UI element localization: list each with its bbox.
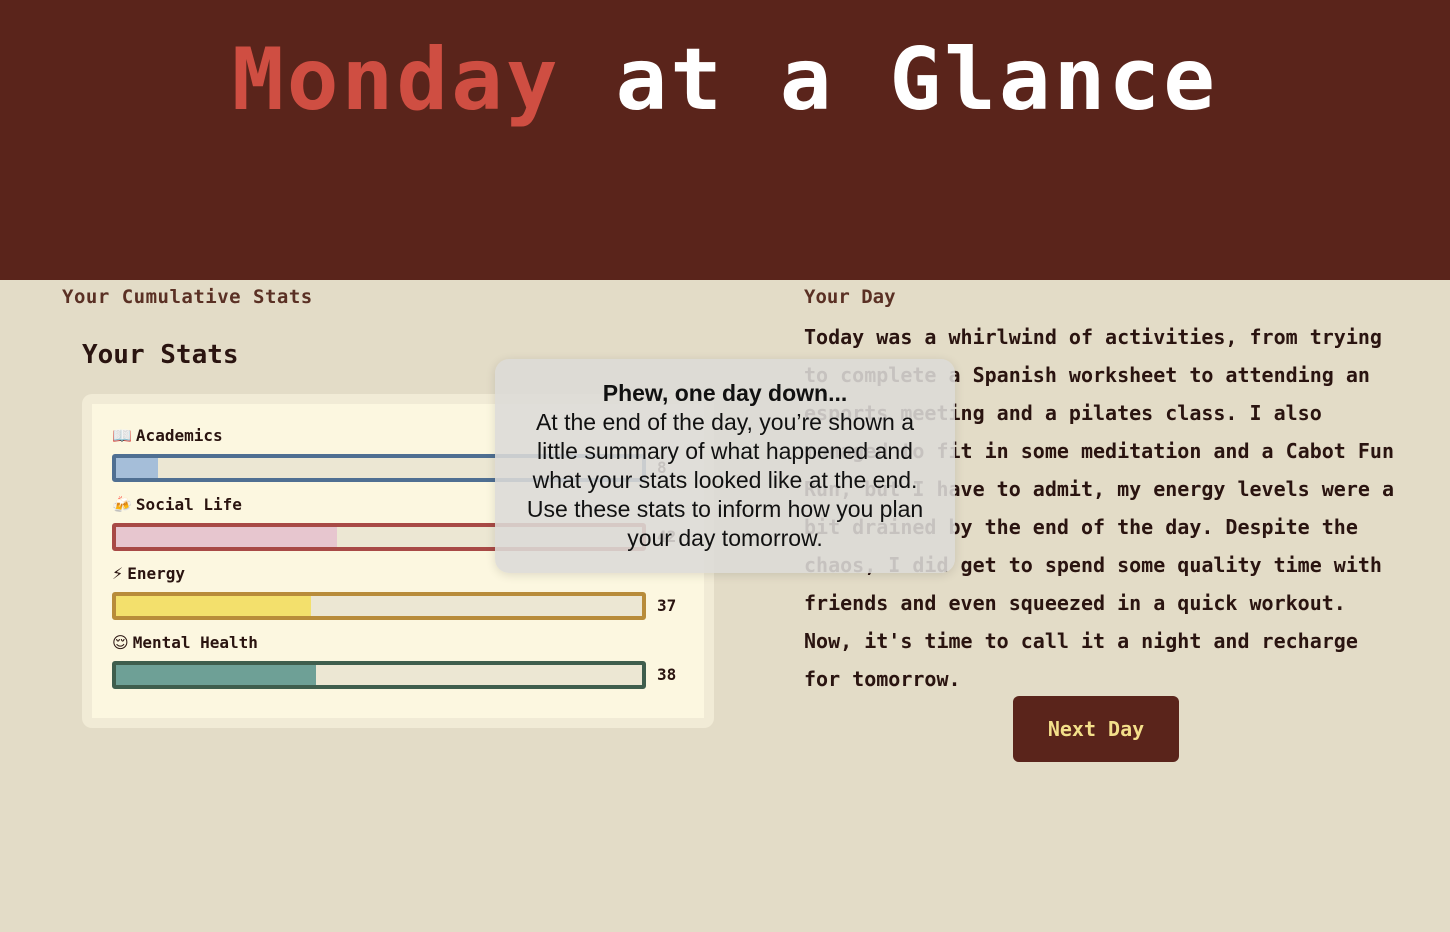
tutorial-tooltip: Phew, one day down... At the end of the … (495, 359, 955, 573)
mental-health-bar-fill (116, 665, 316, 685)
next-day-button[interactable]: Next Day (1013, 696, 1179, 762)
title-rest: at a Glance (615, 30, 1218, 130)
cumulative-stats-heading: Your Cumulative Stats (62, 286, 313, 308)
stat-label-mental-health: 😌 Mental Health (112, 633, 258, 652)
book-icon: 📖 (112, 426, 132, 445)
header-banner: Monday at a Glance (0, 0, 1450, 280)
stat-label-energy: ⚡ Energy (112, 564, 186, 583)
tooltip-body: At the end of the day, you’re shown a li… (526, 409, 924, 551)
energy-value: 37 (657, 596, 677, 615)
lightning-icon: ⚡ (112, 564, 124, 583)
relieved-face-icon: 😌 (112, 633, 129, 652)
beer-icon: 🍻 (112, 495, 132, 514)
energy-bar-fill (116, 596, 311, 616)
title-day: Monday (232, 30, 561, 130)
stat-row-energy: ⚡ Energy 37 (112, 564, 692, 630)
your-day-heading: Your Day (804, 286, 896, 308)
page-title: Monday at a Glance (0, 30, 1450, 130)
stat-row-mental-health: 😌 Mental Health 38 (112, 633, 692, 699)
tooltip-title: Phew, one day down... (602, 380, 848, 406)
mental-health-value: 38 (657, 665, 677, 684)
social-life-bar-fill (116, 527, 337, 547)
energy-bar (112, 592, 646, 620)
academics-bar-fill (116, 458, 159, 478)
stat-label-academics: 📖 Academics (112, 426, 223, 445)
stats-title: Your Stats (82, 340, 239, 370)
stat-label-social-life: 🍻 Social Life (112, 495, 242, 514)
mental-health-bar (112, 661, 646, 689)
